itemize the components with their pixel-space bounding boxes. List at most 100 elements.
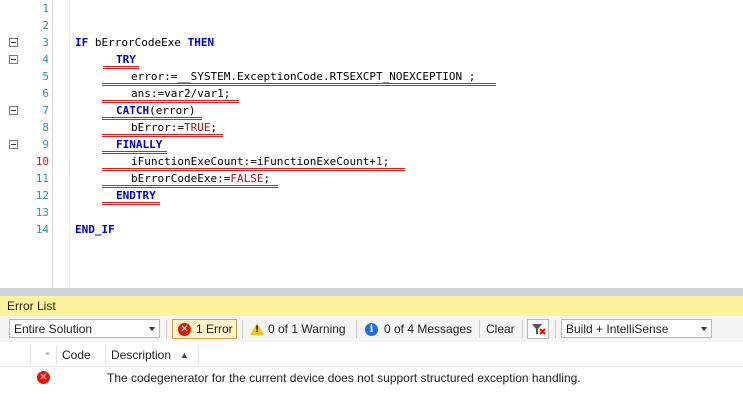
warnings-filter-button[interactable]: ! 0 of 1 Warning: [248, 319, 350, 339]
column-header-code[interactable]: Code: [62, 344, 91, 366]
sort-ascending-icon: ▲: [180, 350, 189, 360]
line-number: 5: [42, 70, 49, 83]
toolbar-separator: [242, 320, 243, 338]
code-editor[interactable]: 1 2 3 4 5 6 7 8 9 10 11 12 13 14 IF bErr…: [0, 0, 743, 288]
code-text: bErrorCodeExe:=: [131, 172, 231, 185]
error-squiggle: [102, 151, 167, 154]
line-number-error: 10: [35, 155, 49, 168]
error-list-title: Error List: [0, 296, 743, 316]
code-line-12[interactable]: ENDTRY: [116, 189, 156, 203]
column-divider: [105, 346, 106, 364]
gutter-divider-secondary: [69, 0, 70, 288]
error-description: The codegenerator for the current device…: [107, 371, 581, 385]
line-number: 7: [42, 104, 49, 117]
line-number: 3: [42, 36, 49, 49]
error-squiggle: [102, 83, 496, 86]
warnings-filter-label: 0 of 1 Warning: [268, 322, 346, 336]
keyword-endtry: ENDTRY: [116, 189, 156, 202]
code-line-3[interactable]: IF bErrorCodeExe THEN: [75, 36, 214, 50]
toolbar-separator: [555, 320, 556, 338]
line-number: 9: [42, 138, 49, 151]
keyword-end-if: END_IF: [75, 223, 115, 236]
error-squiggle: [102, 100, 239, 103]
panel-splitter[interactable]: [0, 288, 743, 296]
code-line-8[interactable]: bError:=TRUE;: [131, 121, 217, 135]
toolbar-separator: [522, 320, 523, 338]
clear-button[interactable]: Clear: [486, 319, 520, 339]
error-squiggle: [102, 134, 223, 137]
literal-number: 1: [376, 155, 383, 168]
code-line-4[interactable]: TRY: [116, 53, 136, 67]
line-number: 14: [35, 223, 49, 236]
column-divider: [56, 346, 57, 364]
line-number: 2: [42, 19, 49, 32]
line-number: 1: [42, 2, 49, 15]
line-number: 13: [35, 206, 49, 219]
code-text: bErrorCodeExe: [88, 36, 188, 49]
build-filter-dropdown[interactable]: Build + IntelliSense: [561, 319, 712, 338]
error-icon: ✕: [37, 371, 50, 384]
code-text: error:=__SYSTEM.ExceptionCode.RTSEXCPT_N…: [131, 70, 476, 83]
line-number: 12: [35, 189, 49, 202]
info-icon: i: [365, 323, 378, 336]
code-line-11[interactable]: bErrorCodeExe:=FALSE;: [131, 172, 270, 186]
toolbar-separator: [166, 320, 167, 338]
chevron-down-icon: [701, 327, 707, 331]
messages-filter-button[interactable]: i 0 of 4 Messages: [362, 319, 474, 339]
column-divider: [30, 346, 31, 364]
warning-icon: !: [250, 323, 264, 335]
gutter-divider: [52, 0, 53, 288]
code-line-14[interactable]: END_IF: [75, 223, 115, 237]
code-line-9[interactable]: FINALLY: [116, 138, 162, 152]
collapse-toggle[interactable]: [9, 38, 18, 47]
code-line-6[interactable]: ans:=var2/var1;: [131, 87, 230, 101]
code-text: ;: [210, 121, 218, 134]
error-squiggle: [102, 117, 202, 120]
table-row[interactable]: ✕ The codegenerator for the current devi…: [0, 367, 743, 389]
error-squiggle: [102, 168, 405, 171]
literal-true: TRUE: [183, 121, 211, 134]
scope-dropdown[interactable]: Entire Solution: [9, 319, 160, 338]
line-number: 4: [42, 53, 49, 66]
code-text: (error): [149, 104, 196, 117]
scope-value: Entire Solution: [14, 322, 93, 336]
column-divider: [198, 346, 199, 364]
filter-icon: [532, 324, 546, 335]
toolbar-separator: [479, 320, 480, 338]
severity-filter-icon[interactable]: ⁼: [45, 344, 50, 366]
chevron-down-icon: [149, 327, 155, 331]
line-number: 11: [35, 172, 49, 185]
keyword-catch: CATCH: [116, 104, 150, 117]
error-squiggle: [102, 185, 278, 188]
error-squiggle: [102, 202, 160, 205]
error-squiggle: [103, 66, 139, 69]
collapse-toggle[interactable]: [9, 55, 18, 64]
line-number: 6: [42, 87, 49, 100]
messages-filter-label: 0 of 4 Messages: [384, 322, 473, 336]
collapse-toggle[interactable]: [9, 106, 18, 115]
code-line-10[interactable]: iFunctionExeCount:=iFunctionExeCount+1;: [131, 155, 389, 169]
literal-false: FALSE: [230, 172, 264, 185]
filter-button[interactable]: [527, 319, 549, 339]
error-list-header: ⁼ Code Description ▲: [0, 344, 743, 367]
code-text: ;: [382, 155, 390, 168]
code-line-7[interactable]: CATCH(error): [116, 104, 195, 118]
collapse-toggle[interactable]: [9, 140, 18, 149]
keyword-if: IF: [75, 36, 89, 49]
toolbar-separator: [356, 320, 357, 338]
line-number: 8: [42, 121, 49, 134]
keyword-finally: FINALLY: [116, 138, 163, 151]
error-icon: ✕: [178, 323, 191, 336]
code-text: ans:=var2/var1;: [131, 87, 231, 100]
code-line-5[interactable]: error:=__SYSTEM.ExceptionCode.RTSEXCPT_N…: [131, 70, 475, 84]
error-list-toolbar: Entire Solution ✕ 1 Error ! 0 of 1 Warni…: [0, 316, 743, 342]
code-text: ;: [263, 172, 271, 185]
errors-filter-button[interactable]: ✕ 1 Error: [172, 319, 237, 339]
build-filter-value: Build + IntelliSense: [566, 322, 669, 336]
keyword-then: THEN: [187, 36, 215, 49]
keyword-try: TRY: [116, 53, 136, 66]
column-header-description[interactable]: Description: [111, 344, 171, 366]
errors-filter-label: 1 Error: [196, 322, 233, 336]
code-text: bError:=: [131, 121, 184, 134]
code-text: iFunctionExeCount:=iFunctionExeCount+: [131, 155, 377, 168]
